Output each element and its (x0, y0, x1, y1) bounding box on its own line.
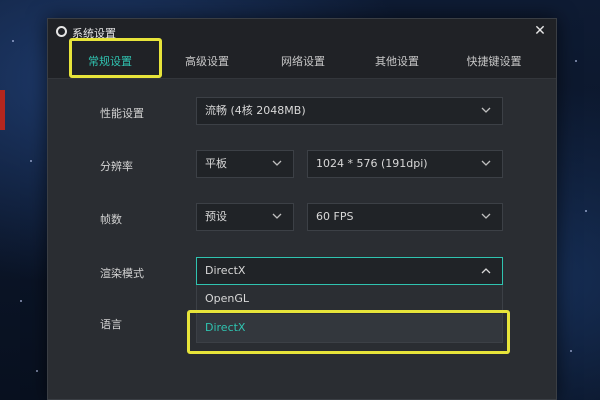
chevron-down-icon (272, 151, 284, 177)
tab-network[interactable]: 网络设置 (258, 45, 348, 79)
tab-label: 常规设置 (88, 55, 132, 68)
tab-general[interactable]: 常规设置 (66, 45, 154, 79)
render-mode-dropdown: OpenGL DirectX (196, 285, 503, 343)
chevron-down-icon (481, 151, 493, 177)
star (570, 350, 572, 352)
resolution-mode-value: 平板 (205, 157, 227, 170)
close-icon[interactable]: ✕ (532, 22, 548, 40)
background-app-edge (0, 90, 5, 130)
star (20, 300, 22, 302)
tab-label: 其他设置 (375, 55, 419, 68)
chevron-up-icon (481, 258, 493, 284)
tab-label: 高级设置 (185, 55, 229, 68)
star (575, 60, 577, 62)
star (30, 160, 32, 162)
chevron-down-icon (481, 204, 493, 230)
performance-value: 流畅 (4核 2048MB) (205, 104, 306, 117)
dropdown-option-opengl[interactable]: OpenGL (197, 285, 502, 313)
active-tab-indicator (86, 75, 134, 77)
tab-other[interactable]: 其他设置 (352, 45, 442, 79)
star (12, 40, 14, 42)
resolution-value: 1024 * 576 (191dpi) (316, 157, 428, 170)
language-label: 语言 (100, 318, 122, 331)
render-mode-select[interactable]: DirectX (196, 257, 503, 285)
chevron-down-icon (272, 204, 284, 230)
performance-label: 性能设置 (100, 107, 144, 120)
settings-dialog: 系统设置 ✕ 常规设置 高级设置 网络设置 其他设置 快捷键设置 性能设置 流畅… (47, 18, 557, 400)
star (36, 370, 38, 372)
star (585, 210, 587, 212)
tab-advanced[interactable]: 高级设置 (162, 45, 252, 79)
resolution-mode-select[interactable]: 平板 (196, 150, 294, 178)
fps-mode-select[interactable]: 预设 (196, 203, 294, 231)
resolution-select[interactable]: 1024 * 576 (191dpi) (307, 150, 503, 178)
tab-label: 网络设置 (281, 55, 325, 68)
title-bar: 系统设置 ✕ (48, 19, 556, 45)
tab-shortcuts[interactable]: 快捷键设置 (444, 45, 544, 79)
fps-select[interactable]: 60 FPS (307, 203, 503, 231)
resolution-label: 分辨率 (100, 160, 133, 173)
fps-value: 60 FPS (316, 210, 354, 223)
tab-bar: 常规设置 高级设置 网络设置 其他设置 快捷键设置 (48, 45, 556, 79)
window-title: 系统设置 (72, 27, 116, 40)
render-mode-value: DirectX (205, 264, 246, 277)
chevron-down-icon (481, 98, 493, 124)
tab-label: 快捷键设置 (466, 55, 522, 68)
performance-select[interactable]: 流畅 (4核 2048MB) (196, 97, 503, 125)
dropdown-option-directx[interactable]: DirectX (197, 314, 502, 342)
fps-label: 帧数 (100, 213, 122, 226)
render-mode-label: 渲染模式 (100, 267, 144, 280)
fps-mode-value: 预设 (205, 210, 227, 223)
app-logo-icon (56, 26, 67, 37)
